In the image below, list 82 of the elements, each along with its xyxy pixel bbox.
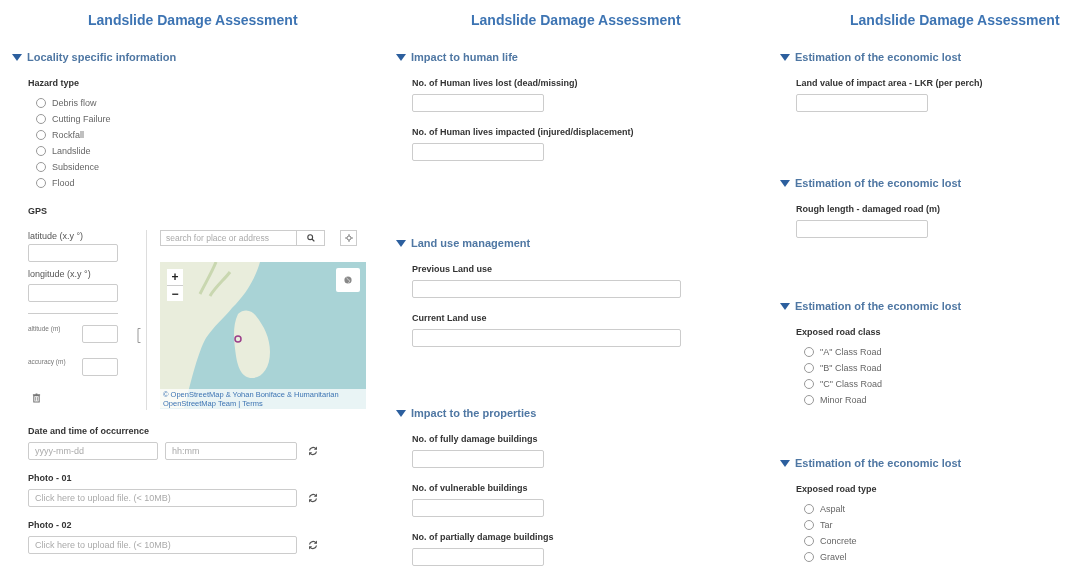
field-label: Current Land use [412,312,487,324]
option-label: Debris flow [52,98,97,108]
text-field[interactable] [412,329,681,347]
option-label: "C" Class Road [820,379,882,389]
caret-icon [780,302,790,310]
field-label: Hazard type [28,77,80,89]
option-label: Aspalt [820,504,845,514]
search-icon [306,234,315,242]
section-header[interactable]: Land use management [396,236,531,250]
field-label: No. of fully damage buildings [412,433,538,445]
accuracy-field[interactable] [82,358,118,376]
section-header[interactable]: Locality specific information [12,50,177,64]
upload-field[interactable]: Click here to upload file. (< 10MB) [28,536,297,554]
field-label: Exposed road class [796,326,881,338]
text-field[interactable] [412,548,544,566]
field-label: No. of Human lives lost (dead/missing) [412,77,578,89]
zoom-in-button[interactable]: + [167,269,183,285]
refresh-icon[interactable] [308,540,318,550]
option-label: Gravel [820,552,847,562]
caret-icon [780,179,790,187]
field-label: Photo - 02 [28,519,72,531]
option-label: Tar [820,520,833,530]
caret-icon [396,239,406,247]
field-label: Exposed road type [796,483,877,495]
text-field[interactable] [796,94,928,112]
field-label: No. of partially damage buildings [412,531,554,543]
form-title: Landslide Damage Assessment [88,11,298,30]
text-field[interactable] [412,450,544,468]
caret-icon [12,53,22,61]
text-field[interactable] [412,499,544,517]
section-header[interactable]: Estimation of the economic lost [780,176,962,190]
caret-icon [780,53,790,61]
zoom-out-button[interactable]: − [167,285,183,301]
section-header[interactable]: Impact to human life [396,50,518,64]
field-label: Previous Land use [412,263,493,275]
latitude-field[interactable] [28,244,118,262]
option-label: Subsidence [52,162,100,172]
form-title: Landslide Damage Assessment [471,11,681,30]
section-header[interactable]: Estimation of the economic lost [780,50,962,64]
resize-handle-icon[interactable] [137,328,141,343]
field-label: longitude (x.y °) [28,268,92,280]
field-label: Land value of impact area - LKR (per perch) [796,77,983,89]
option-label: Rockfall [52,130,84,140]
refresh-icon[interactable] [308,446,318,456]
caret-icon [396,409,406,417]
section-header[interactable]: Impact to the properties [396,406,537,420]
option-label: Concrete [820,536,857,546]
option-label: Cutting Failure [52,114,111,124]
field-label: GPS [28,205,47,217]
field-label: Rough length - damaged road (m) [796,203,940,215]
caret-icon [780,459,790,467]
locate-button[interactable] [340,230,357,246]
option-label: "A" Class Road [820,347,882,357]
altitude-field[interactable] [82,325,118,343]
layers-button[interactable] [336,268,360,292]
field-label: No. of vulnerable buildings [412,482,528,494]
field-label: Date and time of occurrence [28,425,150,437]
field-label: Photo - 01 [28,472,72,484]
text-field[interactable] [796,220,928,238]
option-label: Flood [52,178,75,188]
trash-icon[interactable] [32,393,41,403]
search-field[interactable]: search for place or address [160,230,297,246]
section-header[interactable]: Estimation of the economic lost [780,299,962,313]
option-label: Minor Road [820,395,867,405]
text-field[interactable] [412,280,681,298]
form-title: Landslide Damage Assessment [850,11,1060,30]
refresh-icon[interactable] [308,493,318,503]
time-field[interactable]: hh:mm [165,442,297,460]
option-label: Landslide [52,146,91,156]
search-button[interactable] [297,230,325,246]
option-label: "B" Class Road [820,363,882,373]
upload-field[interactable]: Click here to upload file. (< 10MB) [28,489,297,507]
field-label: latitude (x.y °) [28,230,85,242]
globe-icon [344,276,352,284]
text-field[interactable] [412,143,544,161]
section-header[interactable]: Estimation of the economic lost [780,456,962,470]
caret-icon [396,53,406,61]
longitude-field[interactable] [28,284,118,302]
text-field[interactable] [412,94,544,112]
crosshair-icon [344,234,353,242]
date-field[interactable]: yyyy-mm-dd [28,442,158,460]
field-label: No. of Human lives impacted (injured/displacement) [412,126,634,138]
